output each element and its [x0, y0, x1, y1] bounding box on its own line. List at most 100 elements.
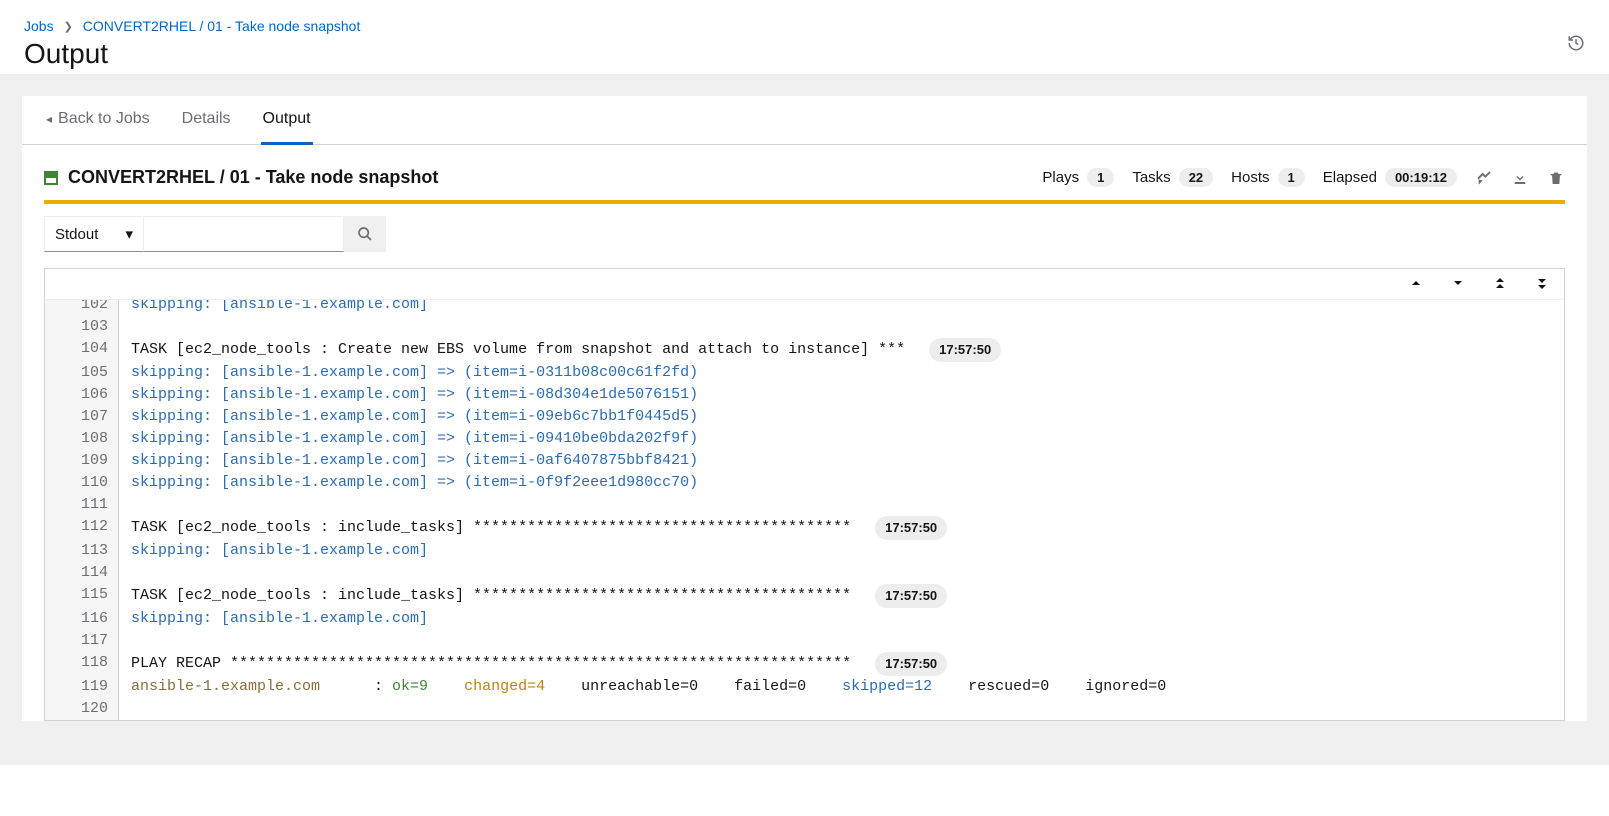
line-number: 106 [45, 384, 119, 406]
timestamp-badge: 17:57:50 [929, 338, 1001, 362]
log-line-content [119, 562, 1564, 584]
stat-hosts: Hosts 1 [1231, 168, 1305, 187]
line-number: 118 [45, 652, 119, 676]
log-line-content: skipping: [ansible-1.example.com] [119, 608, 1564, 630]
line-number: 114 [45, 562, 119, 584]
tab-back-label: Back to Jobs [58, 110, 150, 128]
log-line-content: skipping: [ansible-1.example.com] => (it… [119, 472, 1564, 494]
log-line-content [119, 316, 1564, 338]
log-row: 113skipping: [ansible-1.example.com] [45, 540, 1564, 562]
search-icon [357, 226, 373, 242]
caret-down-icon: ▾ [125, 225, 133, 243]
filter-type-label: Stdout [55, 226, 98, 243]
line-number: 110 [45, 472, 119, 494]
log-row: 116skipping: [ansible-1.example.com] [45, 608, 1564, 630]
relaunch-icon[interactable] [1475, 170, 1493, 186]
log-line-content: PLAY RECAP *****************************… [119, 652, 1564, 676]
scroll-down-icon[interactable] [1452, 277, 1464, 291]
scroll-bottom-icon[interactable] [1536, 277, 1548, 291]
log-row: 108skipping: [ansible-1.example.com] => … [45, 428, 1564, 450]
search-button[interactable] [344, 216, 386, 252]
log-row: 107skipping: [ansible-1.example.com] => … [45, 406, 1564, 428]
log-row: 109skipping: [ansible-1.example.com] => … [45, 450, 1564, 472]
log-line-content: skipping: [ansible-1.example.com] => (it… [119, 428, 1564, 450]
log-line-content: skipping: [ansible-1.example.com] => (it… [119, 450, 1564, 472]
log-row: 118PLAY RECAP **************************… [45, 652, 1564, 676]
stat-plays-label: Plays [1042, 169, 1079, 186]
log-line-content: skipping: [ansible-1.example.com] => (it… [119, 384, 1564, 406]
log-line-content: skipping: [ansible-1.example.com] => (it… [119, 362, 1564, 384]
scroll-top-icon[interactable] [1494, 277, 1506, 291]
line-number: 116 [45, 608, 119, 630]
log-row: 104TASK [ec2_node_tools : Create new EBS… [45, 338, 1564, 362]
log-row: 106skipping: [ansible-1.example.com] => … [45, 384, 1564, 406]
log-row: 117 [45, 630, 1564, 652]
scroll-up-icon[interactable] [1410, 277, 1422, 291]
line-number: 113 [45, 540, 119, 562]
tab-back-to-jobs[interactable]: Back to Jobs [44, 96, 152, 145]
timestamp-badge: 17:57:50 [875, 584, 947, 608]
log-row: 114 [45, 562, 1564, 584]
log-line-content [119, 698, 1564, 720]
log-row: 112TASK [ec2_node_tools : include_tasks]… [45, 516, 1564, 540]
line-number: 105 [45, 362, 119, 384]
line-number: 102 [45, 300, 119, 316]
log-row: 110skipping: [ansible-1.example.com] => … [45, 472, 1564, 494]
history-icon[interactable] [1567, 34, 1585, 52]
tabs-bar: Back to Jobs Details Output [22, 96, 1587, 145]
stat-tasks-value: 22 [1179, 168, 1213, 187]
line-number: 115 [45, 584, 119, 608]
stat-tasks-label: Tasks [1132, 169, 1170, 186]
stat-plays: Plays 1 [1042, 168, 1114, 187]
tab-output[interactable]: Output [261, 96, 313, 145]
log-line-content: skipping: [ansible-1.example.com] [119, 300, 1564, 316]
line-number: 109 [45, 450, 119, 472]
stat-hosts-value: 1 [1278, 168, 1305, 187]
log-row: 111 [45, 494, 1564, 516]
breadcrumb-job-name[interactable]: CONVERT2RHEL / 01 - Take node snapshot [83, 18, 361, 34]
search-input[interactable] [144, 216, 344, 252]
line-number: 108 [45, 428, 119, 450]
delete-icon[interactable] [1547, 170, 1565, 186]
log-line-content: ansible-1.example.com : ok=9 changed=4 u… [119, 676, 1564, 698]
timestamp-badge: 17:57:50 [875, 516, 947, 540]
page-title: Output [24, 38, 1585, 70]
log-line-content: TASK [ec2_node_tools : Create new EBS vo… [119, 338, 1564, 362]
log-line-content: skipping: [ansible-1.example.com] => (it… [119, 406, 1564, 428]
log-row: 115TASK [ec2_node_tools : include_tasks]… [45, 584, 1564, 608]
log-line-content: TASK [ec2_node_tools : include_tasks] **… [119, 584, 1564, 608]
line-number: 117 [45, 630, 119, 652]
stat-elapsed-label: Elapsed [1323, 169, 1377, 186]
log-line-content [119, 630, 1564, 652]
timestamp-badge: 17:57:50 [875, 652, 947, 676]
tab-details[interactable]: Details [180, 96, 233, 145]
stat-elapsed-value: 00:19:12 [1385, 168, 1457, 187]
line-number: 119 [45, 676, 119, 698]
breadcrumb-jobs[interactable]: Jobs [24, 18, 54, 34]
line-number: 112 [45, 516, 119, 540]
stat-hosts-label: Hosts [1231, 169, 1269, 186]
download-icon[interactable] [1511, 170, 1529, 186]
line-number: 111 [45, 494, 119, 516]
stat-plays-value: 1 [1087, 168, 1114, 187]
log-row: 120 [45, 698, 1564, 720]
status-running-icon [44, 171, 58, 185]
line-number: 120 [45, 698, 119, 720]
log-row: 119ansible-1.example.com : ok=9 changed=… [45, 676, 1564, 698]
filter-type-dropdown[interactable]: Stdout ▾ [44, 216, 144, 252]
log-line-content: skipping: [ansible-1.example.com] [119, 540, 1564, 562]
log-output[interactable]: 102skipping: [ansible-1.example.com]103 … [45, 300, 1564, 720]
breadcrumb: Jobs ❯ CONVERT2RHEL / 01 - Take node sna… [24, 18, 1585, 34]
log-row: 103 [45, 316, 1564, 338]
line-number: 104 [45, 338, 119, 362]
log-row: 102skipping: [ansible-1.example.com] [45, 300, 1564, 316]
log-line-content [119, 494, 1564, 516]
caret-left-icon [46, 110, 52, 128]
log-row: 105skipping: [ansible-1.example.com] => … [45, 362, 1564, 384]
stat-tasks: Tasks 22 [1132, 168, 1213, 187]
chevron-right-icon: ❯ [64, 20, 73, 33]
log-line-content: TASK [ec2_node_tools : include_tasks] **… [119, 516, 1564, 540]
line-number: 103 [45, 316, 119, 338]
stat-elapsed: Elapsed 00:19:12 [1323, 168, 1457, 187]
job-title: CONVERT2RHEL / 01 - Take node snapshot [68, 167, 438, 188]
